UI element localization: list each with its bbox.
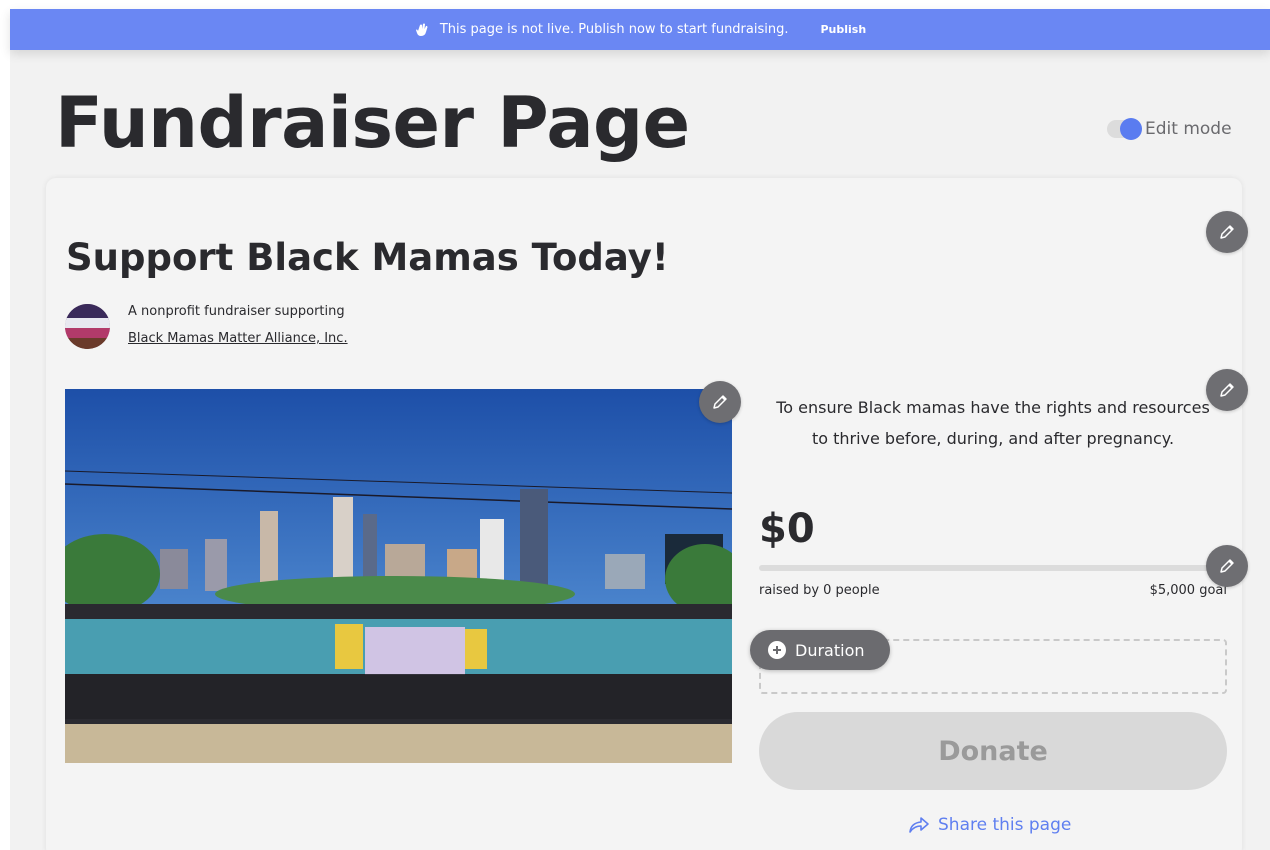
- edit-photo-pencil-icon[interactable]: [699, 381, 741, 423]
- donate-button[interactable]: Donate: [759, 712, 1227, 790]
- org-intro-text: A nonprofit fundraiser supporting: [128, 304, 345, 319]
- amount-raised: $0: [759, 506, 815, 552]
- waving-hand-icon: [414, 22, 430, 38]
- organization-link[interactable]: Black Mamas Matter Alliance, Inc.: [128, 331, 348, 346]
- publish-button[interactable]: Publish: [821, 23, 867, 36]
- goal-amount: $5,000 goal: [1149, 583, 1227, 598]
- share-page-link[interactable]: Share this page: [908, 815, 1071, 835]
- banner-message: This page is not live. Publish now to st…: [439, 22, 789, 37]
- toggle-switch[interactable]: [1107, 118, 1142, 140]
- share-arrow-icon: [908, 816, 930, 834]
- plus-circle-icon: [768, 641, 786, 659]
- mission-line-2: to thrive before, during, and after preg…: [811, 429, 1175, 448]
- raised-by-count: raised by 0 people: [759, 583, 880, 598]
- mission-line-1: To ensure Black mamas have the rights an…: [776, 398, 1210, 417]
- edit-mode-toggle[interactable]: Edit mode: [1107, 118, 1232, 140]
- organization-logo: [65, 304, 110, 349]
- toggle-knob: [1120, 118, 1142, 140]
- add-duration-button[interactable]: Duration: [750, 630, 890, 670]
- page-title: Fundraiser Page: [55, 82, 690, 164]
- edit-mode-label: Edit mode: [1145, 119, 1232, 139]
- edit-goal-pencil-icon[interactable]: [1206, 545, 1248, 587]
- progress-bar: [759, 565, 1227, 571]
- fundraiser-photo: [65, 389, 732, 763]
- share-label: Share this page: [938, 815, 1072, 835]
- duration-label: Duration: [795, 640, 865, 660]
- edit-mission-pencil-icon[interactable]: [1206, 369, 1248, 411]
- fundraiser-title: Support Black Mamas Today!: [66, 236, 669, 279]
- unpublished-banner: This page is not live. Publish now to st…: [10, 9, 1270, 50]
- mission-statement: To ensure Black mamas have the rights an…: [752, 392, 1234, 454]
- edit-title-pencil-icon[interactable]: [1206, 211, 1248, 253]
